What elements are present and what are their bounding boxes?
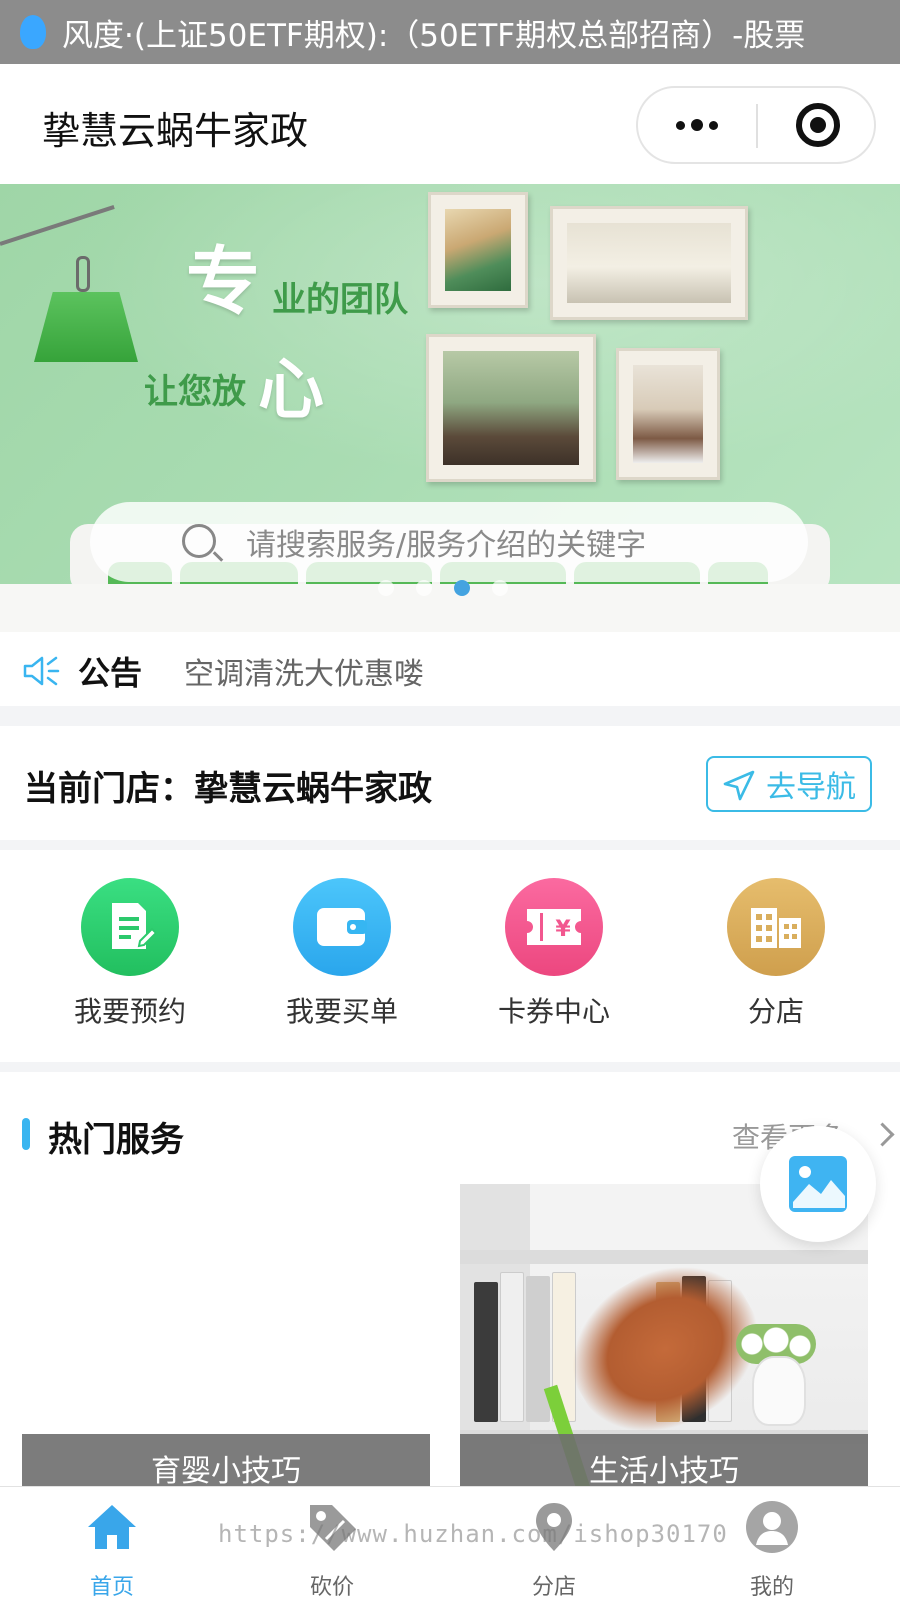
document-edit-icon (81, 878, 179, 976)
floating-image-button[interactable] (760, 1126, 876, 1242)
svg-text:¥: ¥ (555, 917, 571, 942)
tab-branches[interactable]: 分店 (494, 1499, 614, 1600)
navigation-arrow-icon (723, 770, 755, 801)
menu-item-label: 我要预约 (73, 995, 186, 1028)
watermark-text: https://www.huzhan.com/ishop30170 (218, 1520, 728, 1548)
user-icon (746, 1501, 798, 1553)
menu-item-coupons[interactable]: ¥ 卡券中心 (464, 878, 644, 1030)
photo-frame-worker (428, 192, 528, 308)
lamp-hook (76, 256, 90, 292)
vase (752, 1356, 806, 1426)
menu-item-appointment[interactable]: 我要预约 (40, 878, 220, 1030)
quick-menu: 我要预约 我要买单 ¥ 卡券中心 分店 (0, 850, 900, 1062)
current-store-name: 当前门店：挚慧云蜗牛家政 (24, 769, 432, 809)
photo-frame-housekeeper (616, 348, 720, 480)
wallet-icon (293, 878, 391, 976)
search-icon (182, 524, 216, 558)
current-store-panel: 当前门店：挚慧云蜗牛家政 去导航 (0, 726, 900, 840)
tab-label: 砍价 (309, 1575, 354, 1600)
notice-bar[interactable]: 公告 空调清洗大优惠喽 (0, 632, 900, 706)
tab-label: 我的 (749, 1575, 794, 1600)
service-card-caption: 生活小技巧 (460, 1434, 868, 1494)
tab-label: 首页 (89, 1575, 134, 1600)
miniprogram-capsule (636, 86, 876, 164)
carousel-dot[interactable] (416, 580, 432, 596)
section-accent-bar (22, 1118, 30, 1150)
search-placeholder: 请搜索服务/服务介绍的关键字 (246, 528, 647, 563)
banner-slogan-small-2: 让您放 (144, 372, 246, 412)
tab-label: 分店 (531, 1575, 576, 1600)
notice-label: 公告 (78, 654, 143, 692)
hot-services-section: 热门服务 查看更多 育婴小技巧 生活小技巧 (0, 1072, 900, 1494)
notification-bar: 风度·(上证50ETF期权):（50ETF期权总部招商）-股票 (0, 0, 900, 64)
menu-item-branches[interactable]: 分店 (686, 878, 866, 1030)
image-icon (789, 1156, 847, 1212)
speaker-icon (23, 656, 60, 686)
search-bar[interactable]: 请搜索服务/服务介绍的关键字 (90, 502, 808, 582)
photo-frame-team (426, 334, 596, 482)
navigate-button[interactable]: 去导航 (706, 756, 872, 812)
service-card-parenting[interactable]: 育婴小技巧 (22, 1184, 430, 1494)
carousel-dot[interactable] (378, 580, 394, 596)
tab-home[interactable]: 首页 (52, 1499, 172, 1600)
building-icon (727, 878, 825, 976)
service-card-caption: 育婴小技巧 (22, 1434, 430, 1494)
menu-item-label: 分店 (747, 995, 804, 1028)
tab-bargain[interactable]: 砍价 (272, 1499, 392, 1600)
photo-frame-hall (550, 206, 748, 320)
carousel-dot-active[interactable] (454, 580, 470, 596)
app-drop-icon (20, 15, 46, 49)
tab-mine[interactable]: 我的 (712, 1499, 832, 1600)
carousel-indicator (378, 580, 508, 596)
notification-text: 风度·(上证50ETF期权):（50ETF期权总部招商）-股票 (62, 17, 806, 54)
coupon-icon: ¥ (505, 878, 603, 976)
carousel-dot[interactable] (492, 580, 508, 596)
section-title: 热门服务 (48, 1120, 184, 1160)
page-title: 挚慧云蜗牛家政 (42, 109, 309, 153)
title-bar: 挚慧云蜗牛家政 (0, 64, 900, 184)
menu-item-label: 我要买单 (285, 995, 398, 1028)
home-icon (88, 1505, 136, 1549)
menu-item-label: 卡券中心 (497, 995, 610, 1028)
more-menu-button[interactable] (638, 88, 756, 162)
notice-text[interactable]: 空调清洗大优惠喽 (184, 649, 424, 693)
menu-item-pay[interactable]: 我要买单 (252, 878, 432, 1030)
banner-carousel[interactable]: 专 业的团队 让您放 心 请搜索服务/服务介绍的关键字 (0, 184, 900, 632)
banner-slogan-big-1: 专 (186, 239, 260, 325)
navigate-label: 去导航 (766, 770, 856, 805)
banner-slogan-big-2: 心 (258, 351, 324, 428)
close-miniprogram-button[interactable] (796, 103, 840, 147)
capsule-divider (756, 104, 758, 148)
banner-slogan-small-1: 业的团队 (272, 280, 408, 320)
